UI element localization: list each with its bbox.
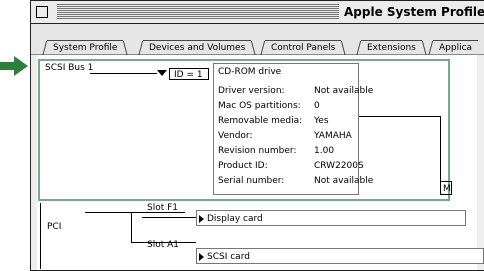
pci-bus-label: PCI [47, 222, 62, 232]
pci-card-display[interactable]: Display card [196, 210, 466, 226]
pci-tree-line [131, 212, 132, 242]
tab-bar: System Profile Devices and Volumes Contr… [31, 24, 484, 57]
close-box-icon[interactable] [36, 6, 48, 18]
tab-label: Extensions [367, 43, 416, 53]
pci-tree-line [40, 203, 41, 269]
pci-tree-line [131, 242, 196, 243]
property-value: 0 [314, 101, 320, 111]
property-value: CRW2200S [314, 161, 364, 171]
device-connector-line [359, 116, 440, 117]
disclosure-triangle-right-icon[interactable] [199, 215, 204, 223]
cd-rom-device-info[interactable]: CD-ROM drive Driver version: Not availab… [213, 63, 373, 195]
scsi-bus-label: SCSI Bus 1 [45, 63, 94, 73]
tab-label: Devices and Volumes [149, 43, 246, 53]
card-label: SCSI card [207, 252, 250, 262]
bus-connector-line [90, 73, 157, 74]
disclosure-triangle-down-icon[interactable] [157, 70, 167, 76]
truncated-device-box[interactable]: M [440, 181, 452, 195]
property-key: Driver version: [218, 86, 285, 96]
tab-applications[interactable]: Applica [427, 40, 479, 57]
device-title: CD-ROM drive [218, 67, 282, 77]
property-key: Vendor: [218, 131, 253, 141]
device-connector-line [440, 116, 441, 181]
property-value: Not available [314, 86, 374, 96]
tab-label: Control Panels [271, 43, 336, 53]
window-title: Apple System Profiler [339, 4, 484, 20]
selection-arrow-icon [0, 55, 30, 77]
tab-label: System Profile [53, 43, 118, 53]
property-key: Product ID: [218, 161, 268, 171]
disclosure-triangle-right-icon[interactable] [199, 253, 204, 261]
scsi-bus-panel[interactable]: SCSI Bus 1 ID = 1 CD-ROM drive Driver ve… [38, 59, 452, 201]
title-bar[interactable]: Apple System Profiler [31, 1, 484, 24]
property-key: Mac OS partitions: [218, 101, 301, 111]
pci-tree-line [85, 212, 185, 213]
tab-extensions[interactable]: Extensions [355, 40, 428, 57]
property-key: Removable media: [218, 116, 303, 126]
pci-card-scsi[interactable]: SCSI card [196, 248, 484, 264]
tab-label: Applica [439, 43, 473, 53]
scsi-id-box[interactable]: ID = 1 [169, 68, 209, 80]
tab-system-profile[interactable]: System Profile [41, 40, 129, 57]
property-key: Revision number: [218, 146, 297, 156]
property-value: Not available [314, 176, 374, 186]
property-value: 1.00 [314, 146, 335, 156]
pci-tree-line [142, 217, 196, 218]
property-value: Yes [314, 116, 329, 126]
tab-devices-and-volumes[interactable]: Devices and Volumes [137, 40, 257, 57]
tab-control-panels[interactable]: Control Panels [259, 40, 347, 57]
property-value: YAMAHA [314, 131, 352, 141]
property-key: Serial number: [218, 176, 285, 186]
card-label: Display card [207, 214, 263, 224]
